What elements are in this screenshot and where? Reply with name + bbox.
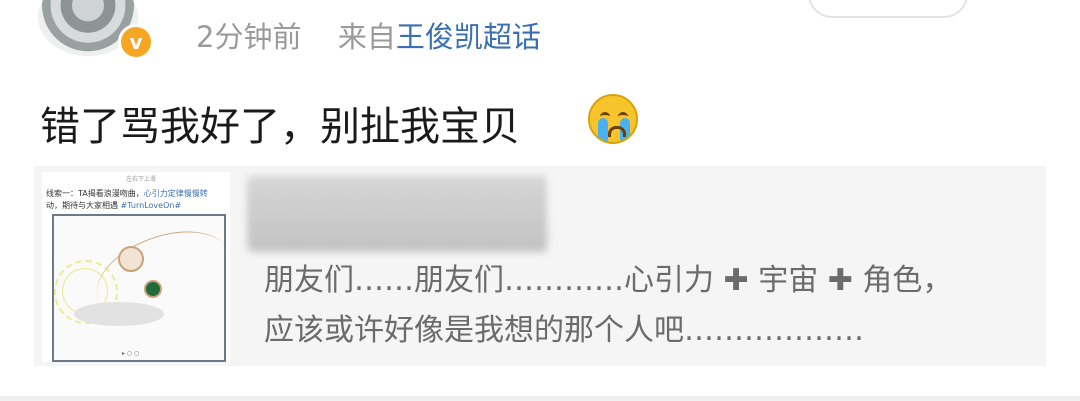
source-prefix: 来自: [337, 20, 396, 54]
source-link[interactable]: 王俊凯超话: [396, 20, 541, 54]
crying-face-icon: [588, 94, 638, 144]
thumb-top-caption: 左右下上滑: [126, 176, 157, 183]
thumb-line2: 动，期待与大家相遇 #TurnLoveOn#: [46, 201, 182, 210]
card-thumbnail[interactable]: 左右下上滑 线索一：TA揭看浪漫吻曲，心引力定律慢慢转 动，期待与大家相遇 #T…: [42, 172, 230, 362]
card-description-line1: 朋友们……朋友们…………心引力 ✚ 宇宙 ✚ 角色，: [264, 263, 953, 298]
post-meta: 2分钟前 来自王俊凯超话: [196, 14, 541, 56]
card-description: 朋友们……朋友们…………心引力 ✚ 宇宙 ✚ 角色， 应该或许好像是我想的那个人…: [264, 256, 952, 356]
divider: [0, 396, 1080, 401]
pendant-icon: [118, 246, 144, 272]
thumb-bottom-caption: ▸ ○ ○: [122, 350, 140, 357]
shared-card[interactable]: 左右下上滑 线索一：TA揭看浪漫吻曲，心引力定律慢慢转 动，期待与大家相遇 #T…: [34, 166, 1046, 366]
thumb-line1: 线索一：TA揭看浪漫吻曲，心引力定律慢慢转: [46, 189, 208, 198]
post-time: 2分钟前: [196, 20, 302, 54]
card-description-line2: 应该或许好像是我想的那个人吧………………: [264, 313, 864, 348]
blurred-title: [248, 176, 548, 252]
follow-button[interactable]: [808, 0, 968, 18]
verified-badge-icon: v: [118, 24, 154, 60]
pendant-green-icon: [144, 280, 162, 298]
post-text: 错了骂我好了，别扯我宝贝: [40, 104, 520, 150]
necklace-photo: [52, 214, 230, 362]
